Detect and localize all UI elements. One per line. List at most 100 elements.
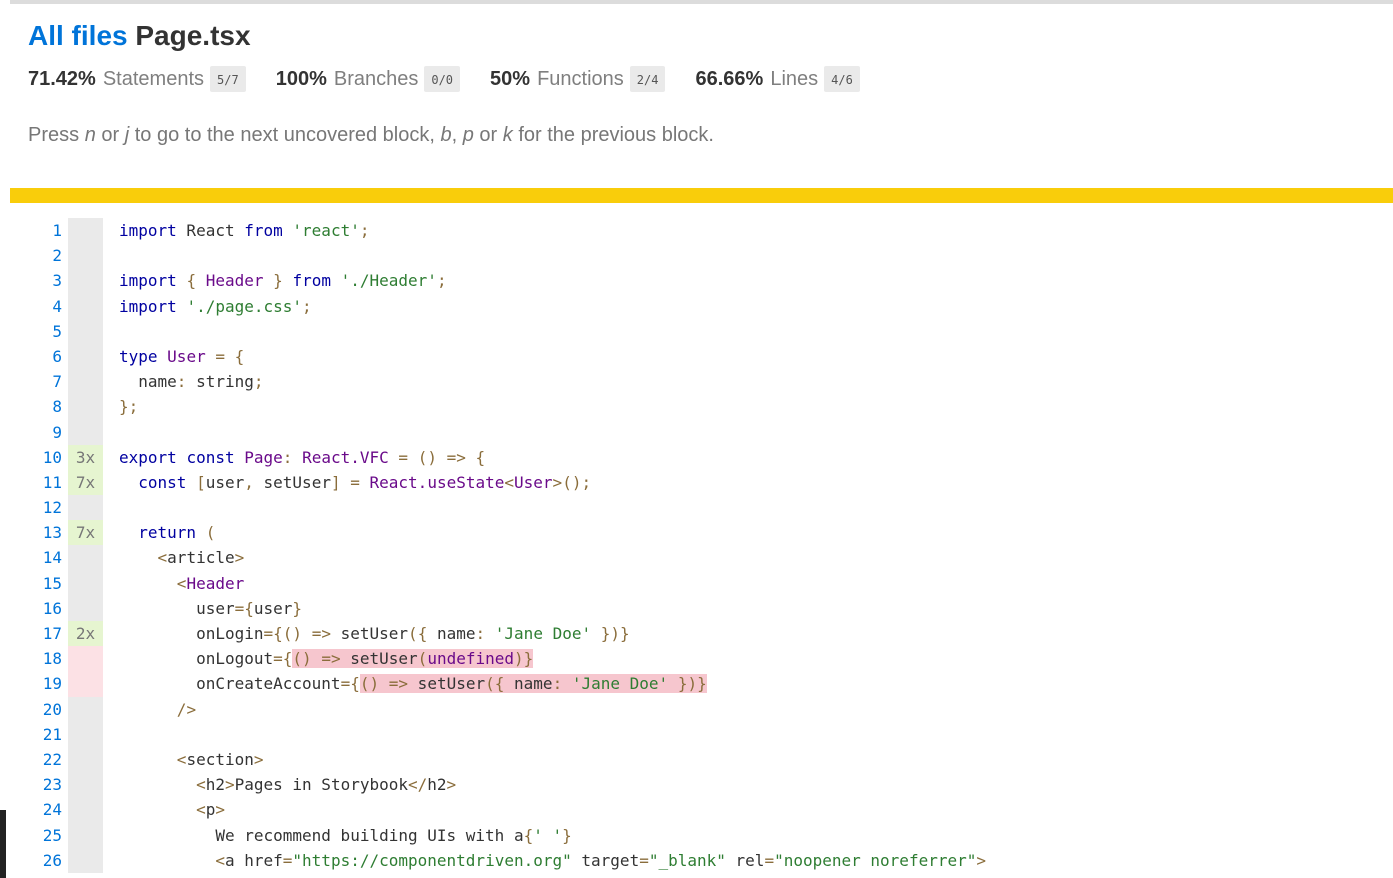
line-number[interactable]: 13: [10, 520, 62, 545]
source-text: [103, 722, 119, 747]
line-number[interactable]: 20: [10, 697, 62, 722]
source-text: <Header: [176, 573, 245, 593]
hit-count: [68, 847, 103, 873]
stat-fraction: 5/7: [210, 66, 246, 92]
code-line: 17 2x onLogin={() => setUser({ name: 'Jan…: [10, 621, 1393, 647]
report-header: All files Page.tsx 71.42% Statements 5/7…: [28, 18, 1393, 167]
source-text: [103, 420, 119, 445]
source-text: export const Page: React.VFC = () => {: [119, 447, 486, 467]
hit-count: [68, 646, 103, 672]
hit-count: [68, 218, 103, 244]
line-number[interactable]: 2: [10, 243, 62, 268]
code-line: 13 7x return (: [10, 520, 1393, 546]
stat-label: Statements: [102, 67, 205, 90]
source-text: import React from 'react';: [119, 221, 370, 240]
stat-fraction: 0/0: [424, 66, 461, 92]
uncovered-code: () => setUser({ name: 'Jane Doe' })}: [359, 674, 707, 694]
stat-label: Lines: [770, 67, 819, 90]
code-line: 5: [10, 318, 1393, 344]
line-number[interactable]: 8: [10, 394, 62, 419]
line-number[interactable]: 18: [10, 646, 62, 671]
source-text: user={user}: [119, 598, 303, 618]
line-number[interactable]: 3: [10, 268, 62, 293]
source-text: };: [119, 397, 139, 417]
line-number[interactable]: 10: [10, 445, 62, 470]
hint-text: or: [473, 124, 503, 146]
line-number[interactable]: 9: [10, 420, 62, 445]
source-code-view: 1 import React from 'react'; 2 3 import { He…: [10, 218, 1393, 873]
uncovered-code: () => setUser(undefined)}: [292, 649, 534, 669]
stat-percent: 50%: [490, 67, 531, 90]
source-text: <h2>Pages in Storybook</h2>: [196, 775, 457, 795]
line-number[interactable]: 5: [10, 319, 62, 344]
stat-branches: 100% Branches 0/0: [276, 66, 461, 92]
line-number[interactable]: 4: [10, 294, 62, 319]
hit-count: [68, 343, 103, 370]
hit-count: [68, 495, 103, 521]
code-line: 7 name: string;: [10, 369, 1393, 395]
line-number[interactable]: 7: [10, 369, 62, 394]
hit-count: [68, 318, 103, 344]
source-text: <section>: [176, 749, 264, 769]
coverage-status-strip: [10, 188, 1393, 203]
line-number[interactable]: 14: [10, 545, 62, 570]
coverage-summary: 71.42% Statements 5/7 100% Branches 0/0 …: [28, 64, 1393, 94]
source-text: <article>: [157, 548, 245, 568]
source-text: import { Header } from './Header';: [119, 271, 447, 291]
hint-text: for the previous block.: [512, 124, 714, 146]
line-number[interactable]: 25: [10, 823, 62, 848]
hit-count: [68, 595, 103, 621]
hit-count: 3x: [68, 444, 103, 470]
all-files-link[interactable]: All files: [28, 20, 128, 51]
hint-text: or: [95, 124, 125, 146]
line-number[interactable]: 23: [10, 772, 62, 797]
hit-count: [68, 772, 103, 798]
hit-count: [68, 721, 103, 747]
stat-lines: 66.66% Lines 4/6: [695, 66, 860, 92]
window-top-border: [0, 0, 1393, 4]
stat-fraction: 2/4: [629, 66, 666, 92]
line-number[interactable]: 17: [10, 621, 62, 646]
line-number[interactable]: 6: [10, 344, 62, 369]
code-line: 6 type User = {: [10, 343, 1393, 370]
line-number[interactable]: 12: [10, 495, 62, 520]
line-number[interactable]: 15: [10, 571, 62, 596]
source-text: [103, 243, 119, 268]
hit-count: [68, 545, 103, 571]
hit-count: [68, 797, 103, 823]
code-line: 1 import React from 'react';: [10, 218, 1393, 244]
code-line: 9: [10, 419, 1393, 445]
stat-functions: 50% Functions 2/4: [490, 66, 666, 92]
stat-label: Branches: [333, 67, 419, 90]
hit-count: [68, 746, 103, 773]
line-number[interactable]: 11: [10, 470, 62, 495]
source-text: type User = {: [119, 346, 245, 366]
line-number[interactable]: 16: [10, 596, 62, 621]
stat-fraction: 4/6: [824, 66, 860, 92]
hit-count: [68, 369, 103, 395]
line-number[interactable]: 22: [10, 747, 62, 772]
line-number[interactable]: 1: [10, 218, 62, 243]
code-line: 11 7x const [user, setUser] = React.useSt…: [10, 469, 1393, 496]
stat-percent: 66.66%: [695, 67, 764, 90]
code-line: 3 import { Header } from './Header';: [10, 268, 1393, 294]
hint-text: to go to the next uncovered block,: [129, 124, 441, 146]
source-text: onCreateAccount={() => setUser({ name: '…: [119, 674, 707, 694]
code-line: 23 <h2>Pages in Storybook</h2>: [10, 772, 1393, 798]
line-number[interactable]: 24: [10, 797, 62, 822]
code-line: 2: [10, 243, 1393, 269]
hint-key: k: [502, 124, 513, 146]
code-line: 26 <a href="https://componentdriven.org"…: [10, 847, 1393, 873]
file-name: Page.tsx: [135, 20, 251, 51]
line-number[interactable]: 26: [10, 848, 62, 873]
hit-count: 7x: [68, 469, 103, 496]
source-text: <p>: [196, 800, 225, 820]
code-line: 8};: [10, 394, 1393, 420]
line-number[interactable]: 19: [10, 671, 62, 696]
code-line: 24 <p>: [10, 797, 1393, 823]
line-number[interactable]: 21: [10, 722, 62, 747]
stat-label: Functions: [537, 67, 624, 90]
source-text: name: string;: [119, 372, 264, 392]
left-edge-shadow: [0, 810, 6, 878]
hint-text: ,: [451, 124, 463, 146]
